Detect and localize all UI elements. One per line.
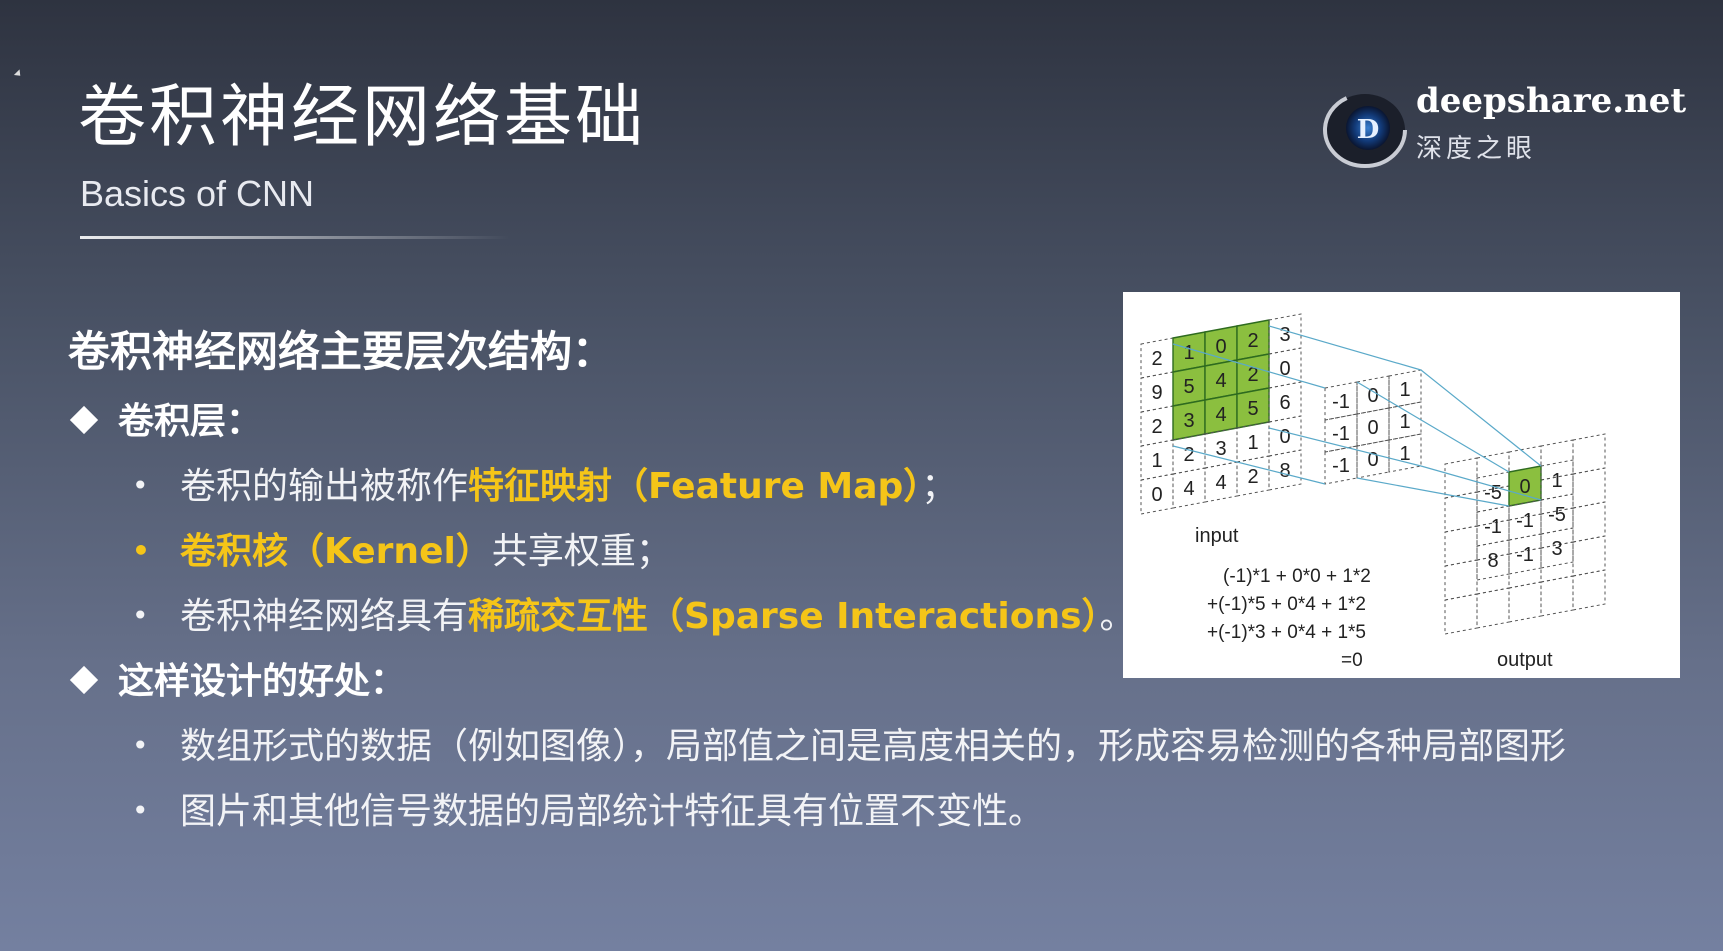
kernel-value: 1 — [1399, 379, 1410, 401]
bullet-item: • 数组形式的数据（例如图像），局部值之间是高度相关的，形成容易检测的各种局部图形 — [132, 717, 1566, 769]
connector-line — [1268, 325, 1422, 371]
kernel-value: -1 — [1332, 391, 1350, 413]
input-value: 0 — [1151, 484, 1162, 506]
connector-line — [1420, 369, 1542, 467]
output-value: -1 — [1516, 510, 1534, 532]
input-value: 2 — [1151, 416, 1162, 438]
convolution-diagram-svg: 2 1 0 2 39 5 4 2 02 3 4 5 61 2 3 1 00 4 4 2 8-1 0 1-1 0 1-1 0 1-5 0… — [1140, 313, 1606, 671]
connector-line — [1356, 381, 1510, 473]
brand-name: deepshare.net — [1416, 81, 1687, 121]
output-value: 1 — [1551, 470, 1562, 492]
input-value: 2 — [1247, 466, 1258, 488]
input-value: 4 — [1183, 478, 1194, 500]
output-value: -1 — [1484, 516, 1502, 538]
input-value: 9 — [1151, 382, 1162, 404]
output-value: -5 — [1548, 504, 1566, 526]
kernel-value: 1 — [1399, 411, 1410, 433]
input-value: 5 — [1183, 376, 1194, 398]
output-bg-cell — [1444, 457, 1478, 499]
input-value: 3 — [1183, 410, 1194, 432]
kernel-value: 0 — [1367, 449, 1378, 471]
output-value: -5 — [1484, 482, 1502, 504]
title-underline — [80, 236, 510, 239]
section-benefits: 这样设计的好处： — [69, 652, 407, 704]
input-value: 4 — [1215, 472, 1226, 494]
input-value: 2 — [1151, 348, 1162, 370]
section-conv-layer: 卷积层： — [69, 392, 263, 444]
bullet-text: 卷积的输出被称作 — [180, 466, 469, 507]
kernel-value: 0 — [1367, 417, 1378, 439]
bullet-dot-icon: • — [132, 533, 150, 567]
output-bg-cell — [1572, 467, 1606, 509]
bullet-dot-icon: • — [132, 728, 149, 762]
highlight-text: 特征映射（Feature Map） — [468, 466, 922, 507]
input-value: 1 — [1151, 450, 1162, 472]
brand-subtitle: 深度之眼 — [1416, 134, 1537, 164]
output-bg-cell — [1572, 569, 1606, 611]
bullet-text: 图片和其他信号数据的局部统计特征具有位置不变性。 — [180, 791, 1045, 832]
input-value: 4 — [1215, 404, 1226, 426]
highlight-text: 卷积核（Kernel） — [180, 531, 492, 572]
equation-line: +(-1)*5 + 0*4 + 1*2 — [1207, 594, 1366, 615]
kernel-value: -1 — [1332, 423, 1350, 445]
output-label: output — [1497, 649, 1553, 671]
bullet-item: • 卷积神经网络具有稀疏交互性（Sparse Interactions）。 — [132, 587, 1136, 639]
kernel-value: 0 — [1367, 385, 1378, 407]
logo-letter: D — [1357, 115, 1380, 145]
bullet-item: • 卷积核（Kernel）共享权重； — [132, 522, 672, 574]
input-value: 1 — [1183, 342, 1194, 364]
highlight-text: 稀疏交互性（Sparse Interactions） — [468, 596, 1100, 637]
bullet-text-tail: 共享权重； — [491, 531, 672, 572]
input-value: 1 — [1247, 432, 1258, 454]
deepshare-logo-icon: D — [1323, 92, 1407, 168]
diamond-bullet-icon — [69, 665, 99, 695]
bullet-dot-icon: • — [132, 598, 149, 632]
bullet-dot-icon: • — [132, 468, 149, 502]
bullet-dot-icon: • — [132, 793, 149, 827]
equation-line: =0 — [1341, 650, 1363, 671]
output-bg-cell — [1444, 491, 1478, 533]
output-bg-cell — [1572, 535, 1606, 577]
output-value: 8 — [1487, 550, 1498, 572]
equation-line: (-1)*1 + 0*0 + 1*2 — [1223, 566, 1371, 587]
bullet-item: • 图片和其他信号数据的局部统计特征具有位置不变性。 — [132, 782, 1044, 834]
output-bg-cell — [1540, 575, 1574, 617]
page-subtitle: Basics of CNN — [80, 173, 315, 214]
output-bg-cell — [1444, 559, 1478, 601]
output-bg-cell — [1444, 593, 1478, 635]
kernel-value: -1 — [1332, 455, 1350, 477]
bullet-text: 卷积神经网络具有 — [180, 596, 469, 637]
input-label: input — [1195, 525, 1239, 547]
input-value: 0 — [1279, 426, 1290, 448]
input-value: 8 — [1279, 460, 1290, 482]
output-bg-cell — [1508, 581, 1542, 623]
mouse-cursor-icon — [13, 69, 24, 79]
input-value: 2 — [1183, 444, 1194, 466]
section-label: 这样设计的好处： — [118, 661, 407, 702]
page-title: 卷积神经网络基础 — [78, 78, 647, 157]
input-value: 5 — [1247, 398, 1258, 420]
output-value: -1 — [1516, 544, 1534, 566]
output-bg-cell — [1444, 525, 1478, 567]
input-value: 4 — [1215, 370, 1226, 392]
equation-line: +(-1)*3 + 0*4 + 1*5 — [1207, 622, 1366, 643]
output-bg-cell — [1476, 587, 1510, 629]
bullet-text: 数组形式的数据（例如图像），局部值之间是高度相关的，形成容易检测的各种局部图形 — [180, 726, 1567, 767]
section-label: 卷积层： — [118, 401, 263, 442]
content-heading: 卷积神经网络主要层次结构： — [68, 327, 615, 376]
input-value: 0 — [1215, 336, 1226, 358]
output-bg-cell — [1572, 433, 1606, 475]
bullet-item: • 卷积的输出被称作特征映射（Feature Map）； — [132, 457, 957, 509]
input-value: 3 — [1279, 324, 1290, 346]
convolution-diagram: 2 1 0 2 3 9 5 4 2 0 2 3 4 5 6 1 2 3 1 0 0 4 4 2 8 -1 0 1 -1 0 1 -1 0 1 -5 0… — [1123, 292, 1680, 678]
input-value: 2 — [1247, 330, 1258, 352]
bullet-text-tail: ； — [921, 466, 958, 507]
output-value: 3 — [1551, 538, 1562, 560]
diamond-bullet-icon — [69, 405, 99, 435]
output-bg-cell — [1572, 501, 1606, 543]
input-value: 6 — [1279, 392, 1290, 414]
